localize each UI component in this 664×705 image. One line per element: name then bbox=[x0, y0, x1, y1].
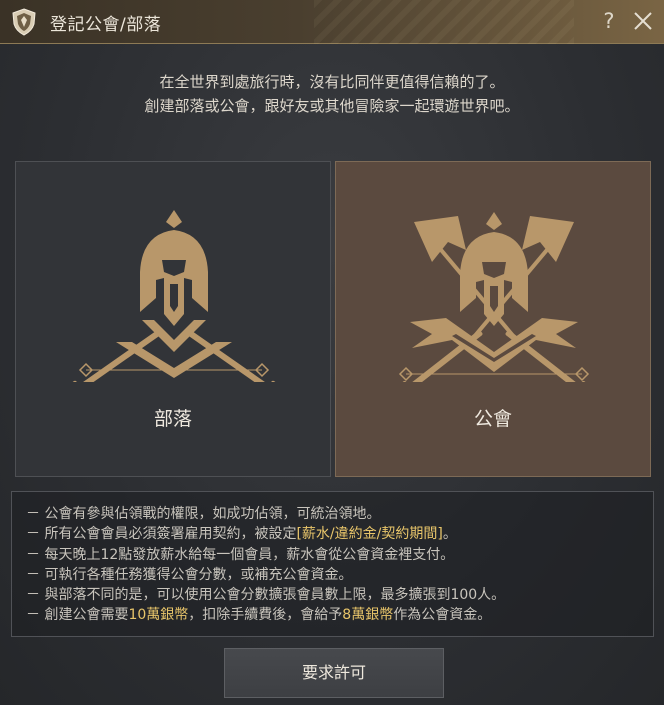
intro-line-2: 創建部落或公會，跟好友或其他冒險家一起環遊世界吧。 bbox=[144, 97, 520, 115]
question-mark-icon[interactable]: ? bbox=[599, 9, 619, 33]
guild-emblem-icon bbox=[398, 212, 590, 382]
tribe-emblem-icon bbox=[71, 210, 277, 382]
info-text: － 所有公會會員必須簽署雇用契約，被設定 bbox=[26, 526, 297, 543]
info-text: － 創建公會需要 bbox=[26, 607, 129, 624]
guild-option-card[interactable]: 公會 bbox=[335, 161, 651, 477]
guild-info-box: － 公會有參與佔領戰的權限，如成功佔領，可統治領地。 － 所有公會會員必須簽署雇… bbox=[11, 491, 654, 637]
info-line: － 每天晚上12點發放薪水給每一個會員，薪水會從公會資金裡支付。 bbox=[26, 546, 455, 563]
shield-emblem-icon bbox=[12, 8, 36, 36]
guild-registration-window: 登記公會/部落 ? 在全世界到處旅行時，沒有比同伴更值得信賴的了。 創建部落或公… bbox=[0, 0, 664, 705]
title-bar-decoration bbox=[314, 0, 574, 44]
info-line: － 與部落不同的是，可以使用公會分數擴張會員數上限，最多擴張到100人。 bbox=[26, 587, 506, 604]
intro-text: 在全世界到處旅行時，沒有比同伴更值得信賴的了。 創建部落或公會，跟好友或其他冒險… bbox=[0, 70, 664, 118]
info-line: － 可執行各種任務獲得公會分數，或補充公會資金。 bbox=[26, 566, 353, 583]
close-icon[interactable] bbox=[632, 10, 654, 32]
info-highlight: 8萬銀幣 bbox=[342, 607, 394, 624]
title-bar: 登記公會/部落 ? bbox=[0, 0, 664, 44]
window-title: 登記公會/部落 bbox=[50, 15, 162, 35]
info-highlight: 10萬銀幣 bbox=[128, 607, 189, 624]
info-line: － 所有公會會員必須簽署雇用契約，被設定[薪水/違約金/契約期間]。 bbox=[26, 524, 653, 544]
info-text: 作為公會資金。 bbox=[393, 607, 492, 624]
tribe-label: 部落 bbox=[153, 408, 192, 430]
request-permission-button[interactable]: 要求許可 bbox=[224, 648, 444, 698]
intro-line-1: 在全世界到處旅行時，沒有比同伴更值得信賴的了。 bbox=[159, 73, 505, 91]
info-text: 。 bbox=[442, 526, 457, 543]
info-highlight: [薪水/違約金/契約期間] bbox=[296, 526, 443, 543]
info-text: ，扣除手續費後，會給予 bbox=[188, 607, 343, 624]
info-line: － 公會有參與佔領戰的權限，如成功佔領，可統治領地。 bbox=[26, 506, 381, 522]
tribe-option-card[interactable]: 部落 bbox=[15, 161, 331, 477]
guild-label: 公會 bbox=[473, 408, 512, 430]
info-line: － 創建公會需要10萬銀幣，扣除手續費後，會給予8萬銀幣作為公會資金。 bbox=[26, 605, 653, 625]
